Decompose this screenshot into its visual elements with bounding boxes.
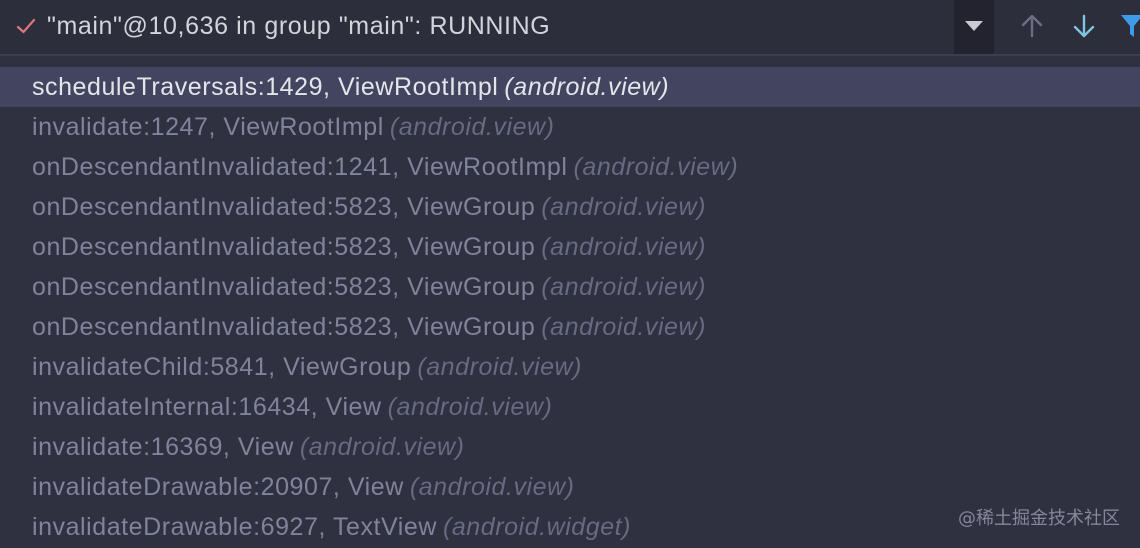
frame-package: (android.view) — [389, 113, 555, 141]
stack-frame-row[interactable]: invalidateInternal:16434, View (android.v… — [0, 387, 1140, 427]
frame-package: (android.widget) — [442, 513, 632, 541]
stack-frame-row[interactable]: scheduleTraversals:1429, ViewRootImpl (an… — [0, 67, 1140, 107]
frame-method: scheduleTraversals:1429, ViewRootImpl — [32, 73, 499, 101]
frame-package: (android.view) — [573, 153, 739, 181]
frame-method: invalidateInternal:16434, View — [32, 393, 382, 421]
frame-method: onDescendantInvalidated:5823, ViewGroup — [32, 233, 536, 261]
stack-frame-row[interactable]: invalidate:1247, ViewRootImpl (android.vi… — [0, 107, 1140, 147]
frame-method: invalidateChild:5841, ViewGroup — [32, 353, 412, 381]
frame-package: (android.view) — [417, 353, 583, 381]
stack-frame-row[interactable]: onDescendantInvalidated:5823, ViewGroup(… — [0, 267, 1140, 307]
arrow-up-icon[interactable] — [1018, 12, 1046, 40]
stack-frame-row[interactable]: onDescendantInvalidated:5823, ViewGroup(… — [0, 227, 1140, 267]
debugger-frames-panel: "main"@10,636 in group "main": RUNNING s… — [0, 0, 1140, 548]
stack-frame-row[interactable]: invalidate:16369, View (android.view) — [0, 427, 1140, 467]
check-icon — [14, 14, 38, 38]
stack-frame-row[interactable]: invalidateChild:5841, ViewGroup (android.… — [0, 347, 1140, 387]
frame-method: invalidate:1247, ViewRootImpl — [32, 113, 384, 141]
filter-icon[interactable] — [1118, 12, 1140, 40]
frame-package: (android.view) — [504, 73, 670, 101]
frame-method: invalidateDrawable:20907, View — [32, 473, 404, 501]
frame-package: (android.view) — [541, 193, 706, 221]
frames-toolbar: "main"@10,636 in group "main": RUNNING — [0, 0, 1140, 56]
frame-package: (android.view) — [299, 433, 465, 461]
frame-method: onDescendantInvalidated:5823, ViewGroup — [32, 273, 536, 301]
frame-package: (android.view) — [541, 233, 706, 261]
frame-method: invalidate:16369, View — [32, 433, 294, 461]
frames-list: scheduleTraversals:1429, ViewRootImpl (an… — [0, 67, 1140, 548]
chevron-down-icon — [965, 21, 983, 31]
thread-dropdown-button[interactable] — [954, 0, 994, 54]
frame-method: invalidateDrawable:6927, TextView — [32, 513, 437, 541]
stack-frame-row[interactable]: onDescendantInvalidated:5823, ViewGroup(… — [0, 187, 1140, 227]
thread-label: "main"@10,636 in group "main": RUNNING — [47, 12, 551, 40]
frame-method: onDescendantInvalidated:1241, ViewRootIm… — [32, 153, 568, 181]
frame-package: (android.view) — [387, 393, 553, 421]
frame-method: onDescendantInvalidated:5823, ViewGroup — [32, 193, 536, 221]
stack-frame-row[interactable]: onDescendantInvalidated:1241, ViewRootIm… — [0, 147, 1140, 187]
thread-selector[interactable]: "main"@10,636 in group "main": RUNNING — [0, 0, 994, 54]
stack-frame-row[interactable]: invalidateDrawable:20907, View (android.v… — [0, 467, 1140, 507]
arrow-down-icon[interactable] — [1070, 12, 1098, 40]
frame-package: (android.view) — [541, 273, 706, 301]
frame-package: (android.view) — [541, 313, 706, 341]
watermark: @稀土掘金技术社区 — [958, 508, 1120, 529]
stack-frame-row[interactable]: onDescendantInvalidated:5823, ViewGroup(… — [0, 307, 1140, 347]
frame-method: onDescendantInvalidated:5823, ViewGroup — [32, 313, 536, 341]
frame-package: (android.view) — [409, 473, 575, 501]
